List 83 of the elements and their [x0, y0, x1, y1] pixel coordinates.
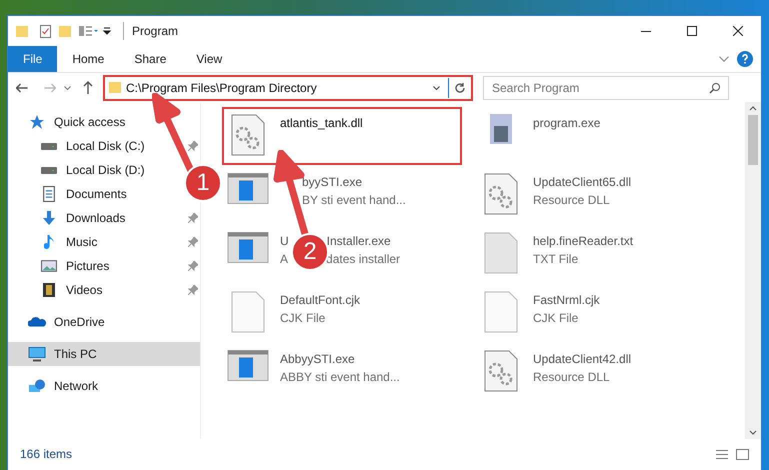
document-icon	[43, 186, 55, 202]
ribbon-tab[interactable]: Home	[57, 46, 120, 72]
search-icon	[709, 82, 721, 94]
nav-item[interactable]: Network	[8, 374, 200, 398]
address-bar[interactable]: C:\Program Files\Program Directory	[103, 74, 473, 100]
drive-icon	[41, 142, 57, 150]
file-type: dates installer	[326, 251, 400, 268]
drive-icon	[41, 166, 57, 174]
file-icon	[484, 291, 518, 333]
application-icon	[227, 350, 269, 381]
file-name: Installer.exe	[326, 233, 391, 250]
gear-file-icon	[484, 173, 518, 215]
ribbon-tab[interactable]: File	[8, 46, 58, 72]
file-type: A	[280, 251, 288, 268]
nav-item[interactable]: Downloads	[8, 206, 178, 230]
file-name: UpdateClient42.dll	[533, 351, 632, 368]
ribbon-tab[interactable]: View	[181, 46, 238, 72]
file-name: byySTI.exe	[302, 174, 362, 191]
large-icons-view-icon[interactable]	[736, 448, 749, 460]
installer-icon	[490, 114, 512, 144]
film-icon	[43, 283, 55, 297]
file-icon	[484, 232, 518, 274]
application-icon	[227, 173, 269, 204]
file-type: TXT File	[533, 251, 578, 268]
properties-icon	[40, 24, 51, 38]
up-icon[interactable]	[83, 81, 93, 94]
file-name: FastNrml.cjk	[533, 292, 600, 309]
file-name: atlantis_tank.dll	[280, 115, 363, 132]
folder-icon	[109, 82, 121, 93]
network-icon	[28, 379, 46, 393]
gear-file-icon	[484, 350, 518, 392]
nav-item[interactable]: Quick access	[8, 110, 178, 134]
application-icon	[227, 232, 269, 263]
scrollbar[interactable]	[745, 102, 761, 439]
chevron-down-icon[interactable]	[64, 86, 71, 90]
address-path: C:\Program Files\Program Directory	[126, 80, 318, 96]
file-icon	[231, 291, 265, 333]
file-name: help.fineReader.txt	[533, 233, 634, 250]
picture-icon	[41, 260, 57, 272]
close-icon	[733, 26, 743, 36]
file-type: BY sti event hand...	[302, 192, 406, 209]
details-view-icon[interactable]	[716, 450, 728, 458]
nav-item[interactable]: Local Disk (C:)	[8, 134, 178, 158]
nav-item[interactable]: Local Disk (D:)	[8, 158, 178, 182]
file-name: U	[280, 233, 289, 250]
cloud-icon	[28, 317, 46, 327]
window-title: Program	[123, 22, 178, 40]
folder-icon	[59, 26, 71, 36]
star-icon	[29, 114, 45, 130]
dropdown-icon[interactable]	[103, 27, 111, 35]
ribbon-tab[interactable]: Share	[119, 46, 182, 72]
file-name: UpdateClient65.dll	[533, 174, 632, 191]
file-name: AbbyySTI.exe	[280, 351, 355, 368]
maximize-icon	[687, 26, 697, 36]
nav-item[interactable]: Pictures	[8, 254, 178, 278]
file-name: program.exe	[533, 115, 600, 132]
nav-item[interactable]: Videos	[8, 278, 178, 302]
file-type: Resource DLL	[533, 369, 610, 386]
music-note-icon	[44, 234, 54, 250]
view-icon	[79, 26, 99, 36]
chevron-down-icon[interactable]	[433, 86, 440, 90]
file-type: CJK File	[280, 310, 326, 327]
gear-file-icon	[231, 114, 265, 156]
down-arrow-icon	[43, 211, 55, 225]
nav-item[interactable]: OneDrive	[8, 310, 200, 334]
file-name: DefaultFont.cjk	[280, 292, 360, 309]
scroll-thumb[interactable]	[748, 115, 758, 165]
search-field[interactable]: Search Program	[483, 76, 729, 100]
nav-item[interactable]: Music	[8, 230, 178, 254]
file-type: CJK File	[533, 310, 578, 327]
scroll-down-icon[interactable]	[749, 430, 757, 435]
help-icon[interactable]	[737, 51, 753, 67]
file-type: Resource DLL	[533, 192, 610, 209]
minimize-icon	[641, 30, 651, 32]
folder-icon	[16, 26, 28, 36]
back-icon[interactable]	[16, 82, 28, 92]
nav-item[interactable]: Documents	[8, 182, 178, 206]
file-type: ABBY sti event hand...	[280, 369, 400, 386]
monitor-icon	[28, 346, 46, 362]
refresh-icon[interactable]	[454, 82, 466, 94]
item-count: 166 items	[20, 446, 72, 463]
nav-item[interactable]: This PC	[8, 342, 200, 366]
scroll-up-icon[interactable]	[749, 106, 757, 111]
